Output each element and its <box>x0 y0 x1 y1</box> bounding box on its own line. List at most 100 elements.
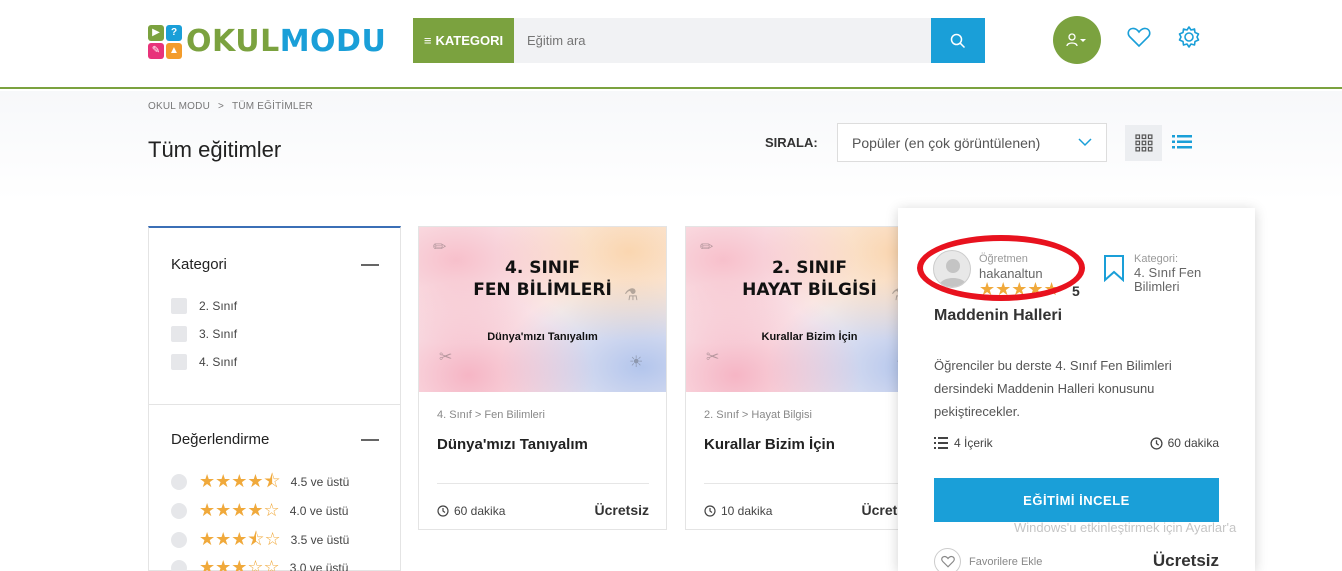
bookmark-icon <box>1104 255 1124 282</box>
popup-price: Ücretsiz <box>1152 551 1219 570</box>
course-detail-popup: Öğretmen hakanaltun ★★★★★ 5 Kategori: 4.… <box>898 208 1255 571</box>
radio[interactable] <box>171 560 187 571</box>
doodle-icon: ✏ <box>433 239 447 256</box>
radio[interactable] <box>171 474 187 490</box>
user-icon <box>1066 33 1086 47</box>
course-thumbnail[interactable]: ✏ ⚗ ✂ ☀ 2. SINIF HAYAT BİLGİSİ Kurallar … <box>686 227 933 392</box>
checkbox[interactable] <box>171 298 187 314</box>
page-title: Tüm eğitimler <box>148 137 282 162</box>
course-duration: 60 dakika <box>454 504 506 518</box>
sort-select[interactable]: Popüler (en çok görüntülenen) <box>837 123 1107 162</box>
sort-selected-value: Popüler (en çok görüntülenen) <box>852 134 1041 151</box>
breadcrumb: OKUL MODU > TÜM EĞİTİMLER <box>148 101 313 112</box>
rating-radio-item[interactable]: ★★★★☆ 4.0 ve üstü <box>171 500 349 521</box>
rating-radio-item[interactable]: ★★★☆☆ 3.0 ve üstü <box>171 557 349 571</box>
popup-duration: 60 dakika <box>1167 436 1219 450</box>
kategori-label: KATEGORI <box>435 33 504 48</box>
card-divider <box>437 483 649 484</box>
category-label: 4. Sınıf <box>199 355 238 369</box>
course-title[interactable]: Dünya'mızı Tanıyalım <box>437 436 588 453</box>
collapse-rating-icon[interactable] <box>361 439 379 441</box>
category-label: Kategori: <box>1134 253 1179 265</box>
site-header: ▶ ? ✎ ▲ OKULMODU ≡ KATEGORI <box>0 0 1342 89</box>
logo-text-modu: MODU <box>279 24 387 59</box>
chevron-down-icon <box>1078 138 1092 147</box>
rating-label: 4.0 ve üstü <box>289 504 349 518</box>
category-value: 4. Sınıf Fen Bilimleri <box>1134 265 1202 294</box>
category-checkbox-item[interactable]: 4. Sınıf <box>171 354 237 370</box>
course-duration: 10 dakika <box>721 504 773 518</box>
breadcrumb-home[interactable]: OKUL MODU <box>148 101 210 112</box>
user-menu-button[interactable] <box>1053 16 1101 64</box>
gear-icon <box>1178 26 1200 48</box>
popup-description: Öğrenciler bu derste 4. Sınıf Fen Biliml… <box>934 358 1172 419</box>
breadcrumb-separator: > <box>218 101 225 112</box>
checkbox[interactable] <box>171 326 187 342</box>
content-count: 4 İçerik <box>954 436 993 450</box>
radio[interactable] <box>171 532 187 548</box>
rating-label: 3.0 ve üstü <box>289 561 349 571</box>
category-checkbox-item[interactable]: 2. Sınıf <box>171 298 237 314</box>
course-price: Ücretsiz <box>594 502 649 518</box>
course-title[interactable]: Kurallar Bizim İçin <box>704 436 835 453</box>
course-category: 4. Sınıf > Fen Bilimleri <box>437 409 545 421</box>
rating-radio-item[interactable]: ★★★⯪☆ 3.5 ve üstü <box>171 529 350 550</box>
sort-label: SIRALA: <box>765 135 818 150</box>
rating-radio-item[interactable]: ★★★★⯪ 4.5 ve üstü <box>171 471 350 492</box>
rating-filter-title: Değerlendirme <box>171 431 270 448</box>
category-label: 3. Sınıf <box>199 327 238 341</box>
rating-label: 4.5 ve üstü <box>290 475 350 489</box>
list-view-button[interactable] <box>1172 134 1192 155</box>
doodle-icon: ☀ <box>629 354 644 371</box>
rating-stars-icon: ★★★★☆ <box>199 500 280 521</box>
rating-label: 3.5 ve üstü <box>290 533 350 547</box>
clock-icon <box>437 505 449 517</box>
list-icon <box>1172 135 1192 149</box>
thumbnail-topic: Kurallar Bizim İçin <box>761 331 858 343</box>
filter-divider <box>149 404 400 405</box>
breadcrumb-current: TÜM EĞİTİMLER <box>232 101 313 112</box>
favorites-label: Favorilere Ekle <box>969 555 1043 568</box>
radio[interactable] <box>171 503 187 519</box>
search-button[interactable] <box>931 18 985 63</box>
grid-view-button[interactable] <box>1125 125 1162 161</box>
popup-title: Maddenin Halleri <box>934 307 1063 324</box>
rating-stars-icon: ★★★⯪☆ <box>199 529 281 550</box>
thumbnail-topic: Dünya'mızı Tanıyalım <box>487 331 598 343</box>
add-to-favorites-button[interactable]: Favorilere Ekle <box>934 548 1042 571</box>
menu-icon: ≡ <box>423 33 432 48</box>
thumbnail-grade: 4. SINIF <box>505 258 580 278</box>
list-icon <box>934 437 948 449</box>
heart-icon <box>1127 27 1151 48</box>
thumbnail-subject: FEN BİLİMLERİ <box>473 280 612 300</box>
doodle-icon: ✂ <box>439 349 453 366</box>
logo-text-okul: OKUL <box>186 24 280 59</box>
logo-mark-icon: ▶ ? ✎ ▲ <box>148 24 182 59</box>
kategori-filter-title: Kategori <box>171 256 227 273</box>
course-card[interactable]: ✏ ⚗ ✂ ☀ 2. SINIF HAYAT BİLGİSİ Kurallar … <box>685 226 934 530</box>
thumbnail-grade: 2. SINIF <box>772 258 847 278</box>
rating-stars-icon: ★★★☆☆ <box>199 557 280 571</box>
logo[interactable]: ▶ ? ✎ ▲ OKULMODU <box>148 24 386 59</box>
view-course-button[interactable]: EĞİTİMİ İNCELE <box>934 478 1219 522</box>
rating-stars-icon: ★★★★⯪ <box>199 471 281 492</box>
course-card[interactable]: ✏ ⚗ ✂ ☀ 4. SINIF FEN BİLİMLERİ Dünya'mız… <box>418 226 667 530</box>
windows-activation-watermark: Windows'u etkinleştirmek için Ayarlar'a <box>1014 520 1237 535</box>
category-label: 2. Sınıf <box>199 299 238 313</box>
search-icon <box>950 33 966 48</box>
checkbox[interactable] <box>171 354 187 370</box>
grid-icon <box>1134 134 1152 152</box>
thumbnail-subject: HAYAT BİLGİSİ <box>742 280 877 300</box>
category-checkbox-item[interactable]: 3. Sınıf <box>171 326 237 342</box>
collapse-kategori-icon[interactable] <box>361 264 379 266</box>
kategori-button[interactable]: ≡ KATEGORI <box>413 18 514 63</box>
highlight-annotation <box>917 235 1085 301</box>
heart-icon <box>940 555 955 568</box>
card-divider <box>704 483 916 484</box>
clock-icon <box>704 505 716 517</box>
course-thumbnail[interactable]: ✏ ⚗ ✂ ☀ 4. SINIF FEN BİLİMLERİ Dünya'mız… <box>419 227 666 392</box>
rating-value: 5 <box>1072 283 1080 299</box>
search-input[interactable] <box>514 18 931 63</box>
settings-button[interactable] <box>1177 25 1201 54</box>
favorites-button[interactable] <box>1127 26 1151 53</box>
